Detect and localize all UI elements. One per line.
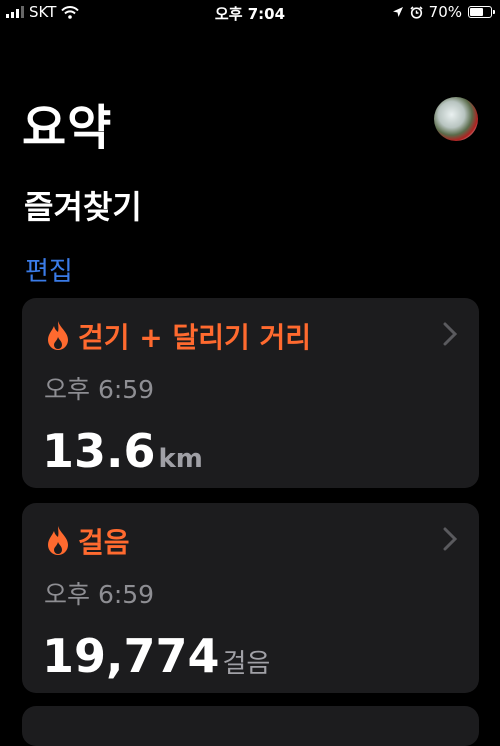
battery-fill [470, 8, 483, 16]
battery-percent: 70% [428, 3, 462, 21]
alarm-icon [410, 5, 423, 19]
chevron-right-icon [443, 527, 457, 551]
card-title: 걷기 + 달리기 거리 [78, 321, 312, 354]
flame-icon [48, 526, 68, 555]
page-title: 요약 [22, 100, 113, 156]
card-steps[interactable]: 걸음 오후 6:59 19,774 걸음 [22, 503, 479, 693]
flame-icon [48, 321, 68, 350]
chevron-right-icon [443, 322, 457, 346]
card-walking-running-distance[interactable]: 걷기 + 달리기 거리 오후 6:59 13.6 km [22, 298, 479, 488]
card-time: 오후 6:59 [44, 375, 155, 404]
edit-button[interactable]: 편집 [25, 251, 73, 288]
card-value: 19,774 걸음 [42, 629, 270, 683]
location-arrow-icon [392, 7, 403, 17]
status-bar: SKT 오후 7:04 70% [0, 0, 500, 26]
avatar[interactable] [434, 97, 478, 141]
status-right: 70% [392, 3, 495, 21]
value-number: 19,774 [42, 629, 220, 683]
battery-icon [468, 6, 495, 18]
card-time: 오후 6:59 [44, 580, 155, 609]
value-number: 13.6 [42, 424, 156, 478]
card-partial[interactable] [22, 706, 479, 746]
value-unit: km [158, 444, 203, 474]
value-unit: 걸음 [222, 649, 271, 679]
card-title: 걸음 [78, 526, 130, 559]
card-header: 걷기 + 달리기 거리 [46, 316, 311, 356]
favorites-title: 즐겨찾기 [24, 188, 142, 226]
card-header: 걸음 [46, 521, 130, 561]
card-value: 13.6 km [42, 424, 203, 478]
